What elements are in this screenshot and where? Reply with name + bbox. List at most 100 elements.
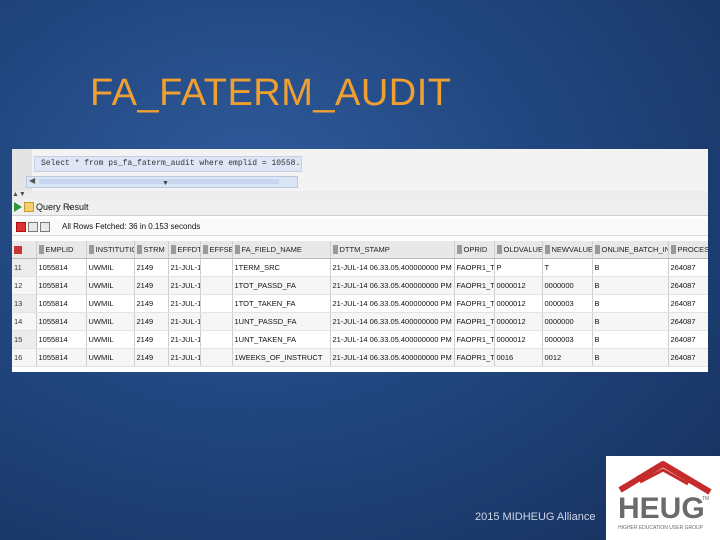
table-cell[interactable]: B bbox=[592, 312, 669, 331]
table-cell[interactable]: 264087 bbox=[668, 294, 708, 313]
row-number[interactable]: 11 bbox=[12, 258, 37, 277]
table-cell[interactable]: 2149 bbox=[134, 312, 169, 331]
pin-icon[interactable] bbox=[16, 222, 26, 232]
table-cell[interactable]: 21-JUL-14 06.33.05.400000000 PM bbox=[330, 312, 455, 331]
column-header[interactable]: EFFDT bbox=[168, 241, 201, 259]
table-cell[interactable]: 1055814 bbox=[36, 312, 87, 331]
table-cell[interactable]: T bbox=[542, 258, 593, 277]
sql-icon[interactable] bbox=[40, 222, 50, 232]
column-header[interactable]: NEWVALUE bbox=[542, 241, 593, 259]
table-cell[interactable]: FAOPR1_T bbox=[454, 294, 495, 313]
table-cell[interactable]: 0000000 bbox=[542, 276, 593, 295]
table-cell[interactable]: B bbox=[592, 294, 669, 313]
table-row[interactable]: 11 1055814 UWMIL 2149 21-JUL-14 1TERM_SR… bbox=[12, 258, 708, 277]
row-number[interactable]: 14 bbox=[12, 312, 37, 331]
table-cell[interactable]: 21-JUL-14 06.33.05.400000000 PM bbox=[330, 276, 455, 295]
table-cell[interactable]: 0000012 bbox=[494, 276, 543, 295]
splitter-arrows[interactable]: ▲▼ bbox=[12, 191, 708, 199]
table-cell[interactable]: FAOPR1_T bbox=[454, 258, 495, 277]
table-cell[interactable]: 21-JUL-14 06.33.05.400000000 PM bbox=[330, 258, 455, 277]
table-cell[interactable]: 1UNT_TAKEN_FA bbox=[232, 330, 331, 349]
column-header[interactable]: OPRID bbox=[454, 241, 495, 259]
column-header[interactable]: ONLINE_BATCH_IND bbox=[592, 241, 669, 259]
column-header[interactable]: DTTM_STAMP bbox=[330, 241, 455, 259]
table-cell[interactable]: 1055814 bbox=[36, 258, 87, 277]
column-header[interactable]: EMPLID bbox=[36, 241, 87, 259]
table-cell[interactable]: 264087 bbox=[668, 312, 708, 331]
table-cell[interactable]: B bbox=[592, 276, 669, 295]
table-cell[interactable]: B bbox=[592, 348, 669, 367]
table-cell[interactable]: UWMIL bbox=[86, 294, 135, 313]
table-cell[interactable]: 2149 bbox=[134, 276, 169, 295]
table-cell[interactable]: 0000012 bbox=[494, 312, 543, 331]
row-number[interactable]: 15 bbox=[12, 330, 37, 349]
table-row[interactable]: 12 1055814 UWMIL 2149 21-JUL-14 1TOT_PAS… bbox=[12, 276, 708, 295]
table-cell[interactable]: 0000003 bbox=[542, 294, 593, 313]
table-cell[interactable]: UWMIL bbox=[86, 330, 135, 349]
table-cell[interactable]: FAOPR1_T bbox=[454, 348, 495, 367]
table-row[interactable]: 16 1055814 UWMIL 2149 21-JUL-14 1WEEKS_O… bbox=[12, 348, 708, 367]
column-header[interactable]: OLDVALUE bbox=[494, 241, 543, 259]
table-cell[interactable]: UWMIL bbox=[86, 312, 135, 331]
table-cell[interactable]: 21-JUL-14 bbox=[168, 348, 201, 367]
table-cell[interactable]: 1055814 bbox=[36, 276, 87, 295]
table-cell[interactable]: 21-JUL-14 bbox=[168, 294, 201, 313]
table-cell[interactable]: 21-JUL-14 bbox=[168, 276, 201, 295]
table-cell[interactable] bbox=[200, 330, 233, 349]
table-cell[interactable] bbox=[200, 276, 233, 295]
table-cell[interactable]: 0000012 bbox=[494, 294, 543, 313]
table-cell[interactable]: UWMIL bbox=[86, 258, 135, 277]
table-cell[interactable] bbox=[200, 312, 233, 331]
column-header[interactable]: STRM bbox=[134, 241, 169, 259]
table-row[interactable]: 13 1055814 UWMIL 2149 21-JUL-14 1TOT_TAK… bbox=[12, 294, 708, 313]
run-icon[interactable] bbox=[14, 202, 22, 212]
close-tab-icon[interactable]: × bbox=[67, 201, 72, 213]
table-cell[interactable] bbox=[200, 258, 233, 277]
table-cell[interactable] bbox=[200, 348, 233, 367]
table-cell[interactable]: 1055814 bbox=[36, 348, 87, 367]
table-cell[interactable]: UWMIL bbox=[86, 348, 135, 367]
table-cell[interactable]: P bbox=[494, 258, 543, 277]
table-cell[interactable]: 2149 bbox=[134, 330, 169, 349]
scrollbar-thumb[interactable] bbox=[39, 179, 279, 184]
table-cell[interactable]: UWMIL bbox=[86, 276, 135, 295]
table-cell[interactable]: 1TERM_SRC bbox=[232, 258, 331, 277]
table-cell[interactable]: 0000000 bbox=[542, 312, 593, 331]
table-cell[interactable]: 264087 bbox=[668, 330, 708, 349]
table-cell[interactable]: 264087 bbox=[668, 276, 708, 295]
table-cell[interactable]: 1TOT_PASSD_FA bbox=[232, 276, 331, 295]
column-header[interactable]: INSTITUTION bbox=[86, 241, 135, 259]
table-cell[interactable]: 21-JUL-14 bbox=[168, 258, 201, 277]
table-cell[interactable]: 21-JUL-14 bbox=[168, 330, 201, 349]
table-cell[interactable]: FAOPR1_T bbox=[454, 276, 495, 295]
table-cell[interactable]: 2149 bbox=[134, 348, 169, 367]
table-cell[interactable]: 1UNT_PASSD_FA bbox=[232, 312, 331, 331]
column-header[interactable]: PROCESS_INSTANCE bbox=[668, 241, 708, 259]
table-cell[interactable]: 21-JUL-14 06.33.05.400000000 PM bbox=[330, 294, 455, 313]
table-cell[interactable]: 1055814 bbox=[36, 330, 87, 349]
table-cell[interactable]: 264087 bbox=[668, 348, 708, 367]
row-number[interactable]: 13 bbox=[12, 294, 37, 313]
tab-query-result[interactable]: Query Result bbox=[36, 201, 89, 213]
scroll-left-icon[interactable]: ◀ bbox=[29, 176, 35, 185]
table-cell[interactable]: 21-JUL-14 06.33.05.400000000 PM bbox=[330, 348, 455, 367]
table-cell[interactable]: 1TOT_TAKEN_FA bbox=[232, 294, 331, 313]
table-cell[interactable]: B bbox=[592, 330, 669, 349]
table-cell[interactable]: 21-JUL-14 06.33.05.400000000 PM bbox=[330, 330, 455, 349]
table-cell[interactable]: 1055814 bbox=[36, 294, 87, 313]
column-header[interactable]: EFFSEQ bbox=[200, 241, 233, 259]
sql-statement[interactable]: Select * from ps_fa_faterm_audit where e… bbox=[34, 156, 302, 172]
column-header[interactable]: FA_FIELD_NAME bbox=[232, 241, 331, 259]
table-cell[interactable]: 0016 bbox=[494, 348, 543, 367]
table-row[interactable]: 15 1055814 UWMIL 2149 21-JUL-14 1UNT_TAK… bbox=[12, 330, 708, 349]
row-number[interactable]: 12 bbox=[12, 276, 37, 295]
table-cell[interactable]: 0012 bbox=[542, 348, 593, 367]
table-cell[interactable]: 0000012 bbox=[494, 330, 543, 349]
table-cell[interactable]: B bbox=[592, 258, 669, 277]
table-cell[interactable]: FAOPR1_T bbox=[454, 330, 495, 349]
sql-editor[interactable]: Select * from ps_fa_faterm_audit where e… bbox=[12, 149, 708, 191]
table-cell[interactable]: 2149 bbox=[134, 294, 169, 313]
table-cell[interactable]: 0000003 bbox=[542, 330, 593, 349]
table-row[interactable]: 14 1055814 UWMIL 2149 21-JUL-14 1UNT_PAS… bbox=[12, 312, 708, 331]
table-cell[interactable]: 1WEEKS_OF_INSTRUCT bbox=[232, 348, 331, 367]
